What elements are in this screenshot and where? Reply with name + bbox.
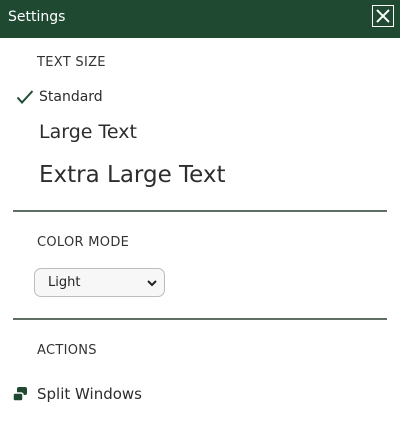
checkmark-icon — [16, 90, 34, 104]
split-windows-button[interactable]: Split Windows — [12, 383, 212, 405]
split-windows-label: Split Windows — [37, 385, 142, 403]
text-size-large-option[interactable]: Large Text — [39, 121, 137, 144]
settings-header: Settings — [0, 0, 400, 38]
section-divider — [13, 318, 387, 320]
split-windows-icon — [12, 387, 27, 402]
close-button[interactable] — [372, 5, 394, 27]
close-icon — [376, 9, 390, 23]
color-mode-selected-value: Light — [48, 275, 81, 290]
actions-heading: ACTIONS — [37, 343, 97, 358]
text-size-heading: TEXT SIZE — [37, 55, 106, 70]
text-size-standard-option[interactable]: Standard — [39, 89, 103, 106]
settings-panel: Settings TEXT SIZE Standard Large Text E… — [0, 0, 400, 423]
chevron-down-icon — [147, 280, 157, 287]
text-size-extra-large-option[interactable]: Extra Large Text — [39, 161, 226, 189]
color-mode-select[interactable]: Light — [34, 268, 165, 297]
color-mode-heading: COLOR MODE — [37, 235, 130, 250]
section-divider — [13, 210, 387, 212]
panel-title: Settings — [8, 9, 66, 25]
